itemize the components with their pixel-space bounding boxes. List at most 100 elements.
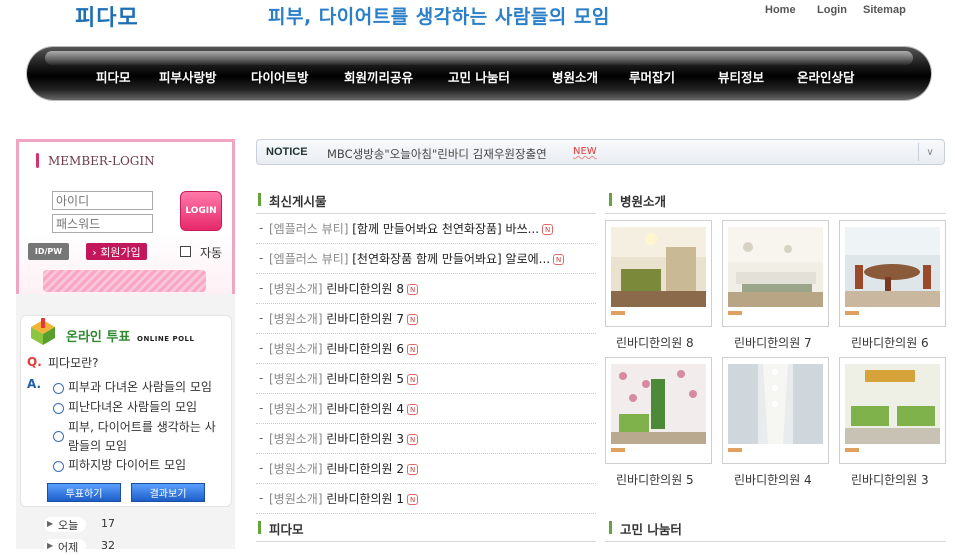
hospital-caption-3[interactable]: 린바디한의원 6 <box>851 334 929 351</box>
post-title[interactable]: 린바디한의원 5 <box>326 372 404 386</box>
post-item-9[interactable]: - [병원소개] 린바디한의원 2N <box>256 454 596 484</box>
post-title[interactable]: 린바디한의원 1 <box>326 492 404 506</box>
today-label: 오늘 <box>58 519 79 532</box>
post-title[interactable]: 린바디한의원 7 <box>326 312 404 326</box>
post-title[interactable]: 린바디한의원 4 <box>326 402 404 416</box>
find-id-pw-button[interactable]: ID/PW <box>28 243 69 260</box>
new-post-icon: N <box>407 434 419 445</box>
site-slogan: 피부, 다이어트를 생각하는 사람들의 모임 <box>268 6 610 28</box>
post-item-7[interactable]: - [병원소개] 린바디한의원 4N <box>256 394 596 424</box>
post-item-8[interactable]: - [병원소개] 린바디한의원 3N <box>256 424 596 454</box>
poll-option-3-label[interactable]: 피부, 다이어트를 생각하는 사 <box>68 418 216 437</box>
post-item-2[interactable]: - [엠플러스 뷰티] [천연화장품 함께 만들어봐요] 알로에... N <box>256 244 596 274</box>
auto-login-checkbox[interactable] <box>180 246 191 257</box>
hospital-caption-6[interactable]: 린바디한의원 3 <box>851 471 929 488</box>
hospital-photo-5[interactable] <box>722 357 829 464</box>
post-title[interactable]: 린바디한의원 2 <box>326 462 404 476</box>
post-item-10[interactable]: - [병원소개] 린바디한의원 1N <box>256 484 596 514</box>
join-button[interactable]: › 회원가입 <box>86 243 147 260</box>
poll-option-2-radio[interactable] <box>53 403 64 414</box>
post-category: [병원소개] <box>269 312 323 326</box>
user-id-input[interactable] <box>52 191 153 210</box>
today-arrow-icon: ▶ <box>47 519 54 528</box>
notice-new-badge: NEW <box>573 146 597 157</box>
pidamo-section-marker <box>258 521 261 534</box>
nav-item-skin-room[interactable]: 피부사랑방 <box>159 67 217 86</box>
hospital-section-marker <box>609 193 612 206</box>
vote-button[interactable]: 투표하기 <box>47 483 121 502</box>
post-title[interactable]: [함께 만들어봐요 천연화장품] 바쓰... <box>352 222 539 236</box>
hospital-photo-3[interactable] <box>839 220 946 327</box>
login-link[interactable]: Login <box>817 4 847 16</box>
nav-item-rumor[interactable]: 루머잡기 <box>629 67 675 86</box>
poll-title: 온라인 투표 <box>66 330 131 345</box>
hospital-photo-6[interactable] <box>839 357 946 464</box>
new-post-icon: N <box>542 224 554 235</box>
recent-posts-title: 최신게시물 <box>269 194 327 209</box>
nav-item-diet-room[interactable]: 다이어트방 <box>251 67 309 86</box>
new-post-icon: N <box>407 284 419 295</box>
hospital-caption-4[interactable]: 린바디한의원 5 <box>616 471 694 488</box>
hospital-photo-6-image <box>845 364 940 444</box>
hospital-caption-2[interactable]: 린바디한의원 7 <box>734 334 812 351</box>
poll-option-4-radio[interactable] <box>53 461 64 472</box>
poll-option-1-label[interactable]: 피부과 다녀온 사람들의 모임 <box>68 378 212 397</box>
pidamo-section-divider <box>256 541 596 542</box>
notice-dropdown-icon[interactable]: ∨ <box>918 143 941 161</box>
hospital-photo-5-image <box>728 364 823 444</box>
poll-icon <box>31 318 55 345</box>
poll-question: 피다모란? <box>48 356 99 370</box>
post-category: [병원소개] <box>269 462 323 476</box>
post-title[interactable]: 린바디한의원 3 <box>326 432 404 446</box>
post-item-3[interactable]: - [병원소개] 린바디한의원 8N <box>256 274 596 304</box>
recent-section-marker <box>258 193 261 206</box>
question-mark-label: Q. <box>27 355 42 369</box>
post-category: [병원소개] <box>269 432 323 446</box>
hospital-photo-4[interactable] <box>605 357 712 464</box>
post-item-5[interactable]: - [병원소개] 린바디한의원 6N <box>256 334 596 364</box>
post-item-4[interactable]: - [병원소개] 린바디한의원 7N <box>256 304 596 334</box>
yesterday-count: 32 <box>101 539 115 552</box>
post-category: [병원소개] <box>269 402 323 416</box>
worry-section-marker <box>609 521 612 534</box>
worry-section-divider <box>605 541 946 542</box>
poll-option-4-label[interactable]: 피하지방 다이어트 모임 <box>68 456 186 475</box>
poll-option-3-radio[interactable] <box>53 431 64 442</box>
poll-option-2-label[interactable]: 피난다녀온 사람들의 모임 <box>68 398 197 417</box>
login-button[interactable]: LOGIN <box>180 191 222 231</box>
auto-login-label: 자동 <box>200 246 223 260</box>
yesterday-label: 어제 <box>58 541 79 554</box>
notice-label: NOTICE <box>266 146 308 158</box>
new-post-icon: N <box>407 344 419 355</box>
post-item-6[interactable]: - [병원소개] 린바디한의원 5N <box>256 364 596 394</box>
post-title[interactable]: 린바디한의원 6 <box>326 342 404 356</box>
post-title[interactable]: [천연화장품 함께 만들어봐요] 알로에... <box>352 252 550 266</box>
hospital-photo-2[interactable] <box>722 220 829 327</box>
notice-text[interactable]: MBC생방송"오늘아침"린바디 김재우원장출연 <box>327 146 547 162</box>
poll-option-3-label-cont[interactable]: 람들의 모임 <box>68 437 127 456</box>
nav-item-pidamo[interactable]: 피다모 <box>96 67 131 86</box>
nav-item-member-share[interactable]: 회원끼리공유 <box>344 67 413 86</box>
home-link[interactable]: Home <box>765 4 796 16</box>
hospital-photo-3-image <box>845 227 940 307</box>
password-input[interactable] <box>52 214 153 233</box>
new-post-icon: N <box>407 314 419 325</box>
new-post-icon: N <box>407 464 419 475</box>
sitemap-link[interactable]: Sitemap <box>863 4 906 16</box>
post-item-1[interactable]: - [엠플러스 뷰티] [함께 만들어봐요 천연화장품] 바쓰... N <box>256 214 596 244</box>
site-logo[interactable]: 피다모 <box>75 0 139 32</box>
hospital-caption-5[interactable]: 린바디한의원 4 <box>734 471 812 488</box>
nav-item-hospital-intro[interactable]: 병원소개 <box>552 67 598 86</box>
hospital-photo-4-image <box>611 364 706 444</box>
nav-item-beauty-info[interactable]: 뷰티정보 <box>718 67 764 86</box>
hospital-photo-1[interactable] <box>605 220 712 327</box>
hospital-section-divider <box>605 213 946 214</box>
hospital-section-title: 병원소개 <box>620 194 667 209</box>
hospital-caption-1[interactable]: 린바디한의원 8 <box>616 334 694 351</box>
login-title: MEMBER-LOGIN <box>48 154 155 168</box>
nav-item-online-consult[interactable]: 온라인상담 <box>797 67 855 86</box>
result-button[interactable]: 결과보기 <box>131 483 205 502</box>
poll-option-1-radio[interactable] <box>53 383 64 394</box>
nav-item-worry-share[interactable]: 고민 나눔터 <box>448 67 510 86</box>
post-title[interactable]: 린바디한의원 8 <box>326 282 404 296</box>
